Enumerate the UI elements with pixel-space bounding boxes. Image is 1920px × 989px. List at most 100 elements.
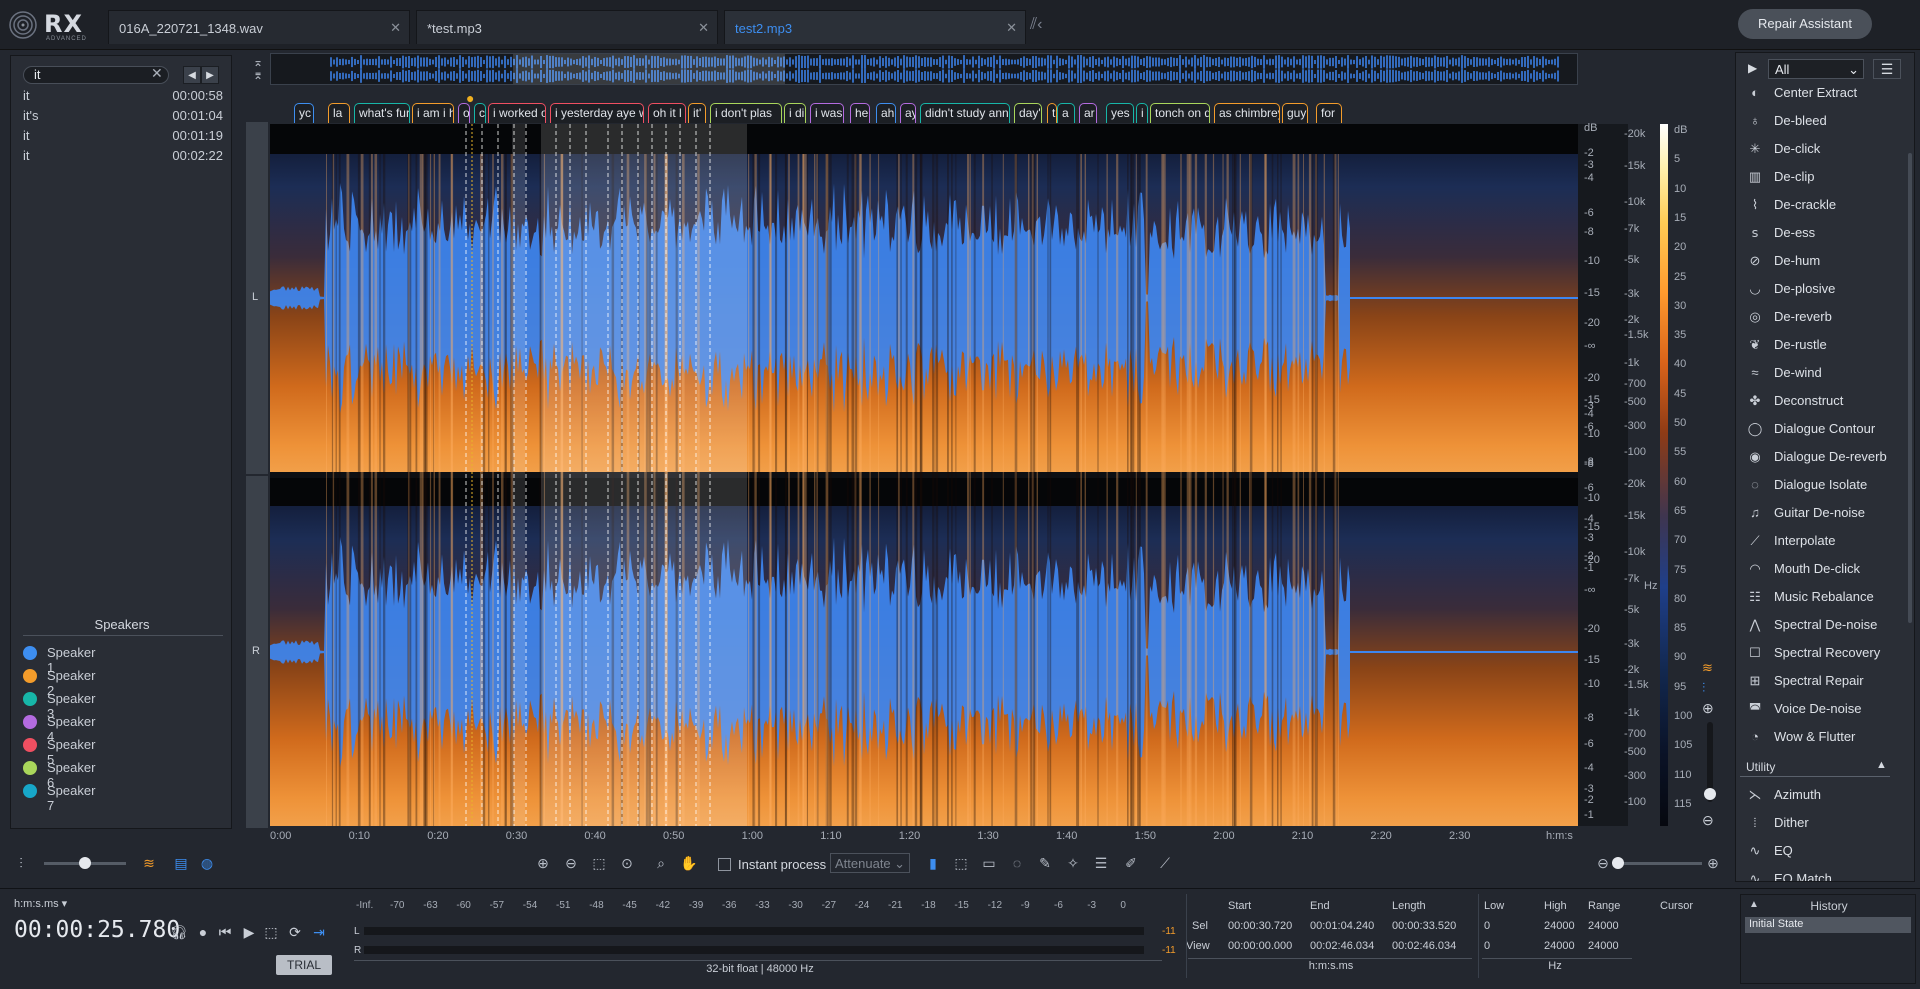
transcript-word-label[interactable]: what's fur [354,103,410,123]
module-item-de-clip[interactable]: ▥ De-clip [1736,163,1914,191]
module-item-de-click[interactable]: ✳ De-click [1736,135,1914,163]
fade-curve-icon[interactable]: ⟋ [1156,854,1174,872]
module-scrollbar[interactable] [1908,153,1912,623]
hand-tool-icon[interactable]: ✋ [680,854,698,872]
transcript-word-label[interactable]: he [850,103,870,123]
view-low[interactable]: 0 [1484,940,1490,952]
module-filter-select[interactable]: All ⌄ [1768,59,1864,79]
transcript-word-label[interactable]: i worked o [488,103,546,123]
record-icon[interactable]: ● [194,924,212,942]
module-item-dialogue-isolate[interactable]: ◌ Dialogue Isolate [1736,471,1914,499]
transcript-word-label[interactable]: as chimbrey [1214,103,1280,123]
waveform-mode-icon[interactable]: ⫶ [1702,680,1718,696]
transcript-word-label[interactable]: a [1057,103,1075,123]
zoom-out-vertical-icon[interactable]: ⊖ [1702,812,1718,828]
loop-icon[interactable]: ⟳ [286,924,304,942]
search-result[interactable]: it 00:02:22 [23,148,223,166]
pencil-icon[interactable]: ✐ [1122,854,1140,872]
transcript-word-label[interactable]: i am i ha [412,103,454,123]
module-item-azimuth[interactable]: ⋋ Azimuth [1736,781,1914,809]
transcript-word-label[interactable]: oh it l [648,103,686,123]
module-item-eq[interactable]: ∿ EQ [1736,837,1914,865]
instant-process-checkbox[interactable] [718,858,731,871]
zoom-in-horizontal-icon[interactable]: ⊕ [1704,854,1722,872]
module-item-de-hum[interactable]: ⊘ De-hum [1736,247,1914,275]
view-start[interactable]: 00:00:00.000 [1228,940,1292,952]
zoom-fit-icon[interactable]: ⊙ [618,854,636,872]
history-item[interactable]: Initial State [1745,917,1911,933]
lasso-icon[interactable]: ◌ [1008,854,1026,872]
time-selection-icon[interactable]: ▮ [924,854,942,872]
view-end[interactable]: 00:02:46.034 [1310,940,1374,952]
play-icon[interactable]: ▶ [1748,61,1757,75]
zoom-in-icon[interactable]: ⊕ [534,854,552,872]
instant-process-mode-select[interactable]: Attenuate ⌄ [830,853,910,873]
waveform-overview[interactable] [270,53,1578,85]
close-icon[interactable]: ✕ [1006,20,1017,36]
transcript-word-label[interactable]: c [474,103,486,123]
module-item-voice-de-noise[interactable]: ◚ Voice De-noise [1736,695,1914,723]
follow-playhead-icon[interactable]: ⇥ [310,924,328,942]
play-selection-icon[interactable]: ⬚ [262,924,280,942]
search-result[interactable]: it 00:01:19 [23,128,223,146]
search-input[interactable]: it [23,66,169,84]
transcript-word-label[interactable]: ar [1079,103,1097,123]
opacity-slider-handle[interactable] [79,857,91,869]
sel-range[interactable]: 24000 [1588,920,1619,932]
tab-file-2[interactable]: *test.mp3 ✕ [416,10,718,44]
magnify-icon[interactable]: ⌕ [652,854,670,872]
more-tabs-icon[interactable]: ⫽‹ [1030,16,1054,36]
transcript-word-label[interactable]: ay [900,103,916,123]
transcript-word-label[interactable]: day' [1014,103,1042,123]
zoom-selection-icon[interactable]: ⬚ [590,854,608,872]
tab-file-1[interactable]: 016A_220721_1348.wav ✕ [108,10,410,44]
menu-icon[interactable]: ☰ [1873,59,1901,79]
sel-low[interactable]: 0 [1484,920,1490,932]
zoom-out-horizontal-icon[interactable]: ⊖ [1594,854,1612,872]
magic-wand-icon[interactable]: ✧ [1064,854,1082,872]
close-icon[interactable]: ✕ [390,20,401,36]
module-item-interpolate[interactable]: ⟋ Interpolate [1736,527,1914,555]
view-range[interactable]: 24000 [1588,940,1619,952]
horizontal-zoom-slider[interactable] [1616,862,1702,865]
transcript-word-label[interactable]: i don't plas [710,103,782,123]
transcript-word-label[interactable]: yes [1106,103,1134,123]
speech-icon[interactable]: ◍ [198,854,216,872]
transcript-word-label[interactable]: i was [810,103,844,123]
harmonic-selection-icon[interactable]: ☰ [1092,854,1110,872]
module-item-guitar-de-noise[interactable]: ♫ Guitar De-noise [1736,499,1914,527]
spectrogram-mode-icon[interactable]: ≋ [1702,660,1718,676]
skip-back-icon[interactable]: ⏮︎ [216,924,234,942]
waveform-view-icon[interactable]: ⫶ [12,854,30,872]
module-item-eq-match[interactable]: ∿ EQ Match [1736,865,1914,881]
play-button-icon[interactable]: ▶ [240,924,258,942]
brush-icon[interactable]: ✎ [1036,854,1054,872]
sel-length[interactable]: 00:00:33.520 [1392,920,1456,932]
close-icon[interactable]: ✕ [698,20,709,36]
previous-result-button[interactable]: ◀ [183,66,201,84]
vertical-zoom-handle[interactable] [1704,788,1716,800]
transcript-word-label[interactable]: t [1047,103,1057,123]
zoom-out-icon[interactable]: ⊖ [562,854,580,872]
transcript-word-label[interactable]: tonch on d [1150,103,1210,123]
transcript-word-label[interactable]: i yesterday aye wo [550,103,644,123]
module-item-dialogue-de-reverb[interactable]: ◉ Dialogue De-reverb [1736,443,1914,471]
search-result[interactable]: it's 00:01:04 [23,108,223,126]
clear-search-icon[interactable]: ✕ [151,65,163,82]
tab-file-3[interactable]: test2.mp3 ✕ [724,10,1026,44]
view-high[interactable]: 24000 [1544,940,1575,952]
collapse-utility-icon[interactable]: ▲ [1876,759,1887,771]
transcript-word-label[interactable]: didn't study anne a [920,103,1010,123]
box-selection-icon[interactable]: ▭ [980,854,998,872]
transcript-word-label[interactable]: yc [294,103,314,123]
module-item-spectral-recovery[interactable]: ☐ Spectral Recovery [1736,639,1914,667]
spectrogram-display[interactable] [270,124,1578,826]
module-item-de-bleed[interactable]: ♁ De-bleed [1736,107,1914,135]
spectrogram-view-icon[interactable]: ≋ [140,854,158,872]
transcript-word-label[interactable]: guy s [1282,103,1308,123]
transcript-icon[interactable]: ▤ [172,854,190,872]
transcript-word-label[interactable]: la [328,103,350,123]
transcript-word-label[interactable]: for [1316,103,1342,123]
module-item-wow-flutter[interactable]: ◔ Wow & Flutter [1736,723,1914,751]
sel-high[interactable]: 24000 [1544,920,1575,932]
